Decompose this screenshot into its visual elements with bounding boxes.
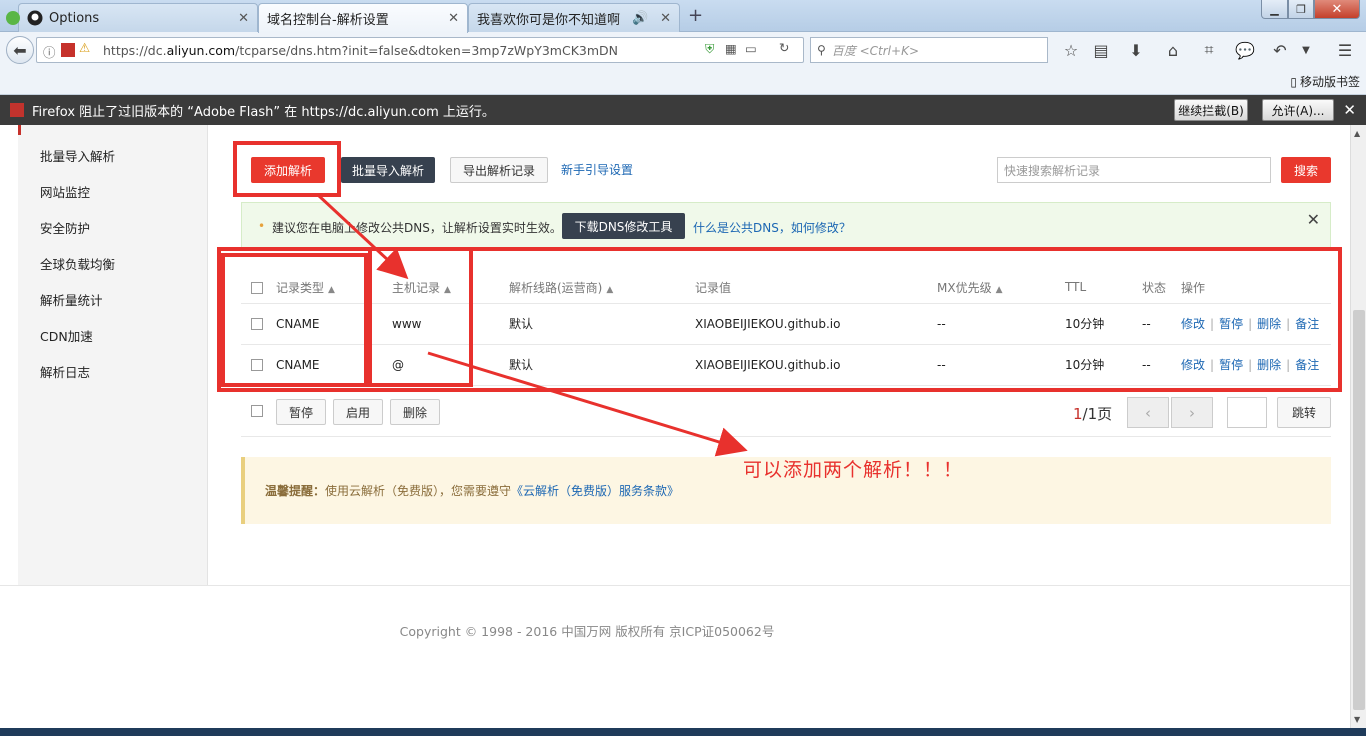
github-icon <box>27 10 43 26</box>
flash-message: Firefox 阻止了过旧版本的 “Adobe Flash” 在 https:/… <box>32 104 495 120</box>
page-content: 批量导入解析 网站监控 安全防护 全球负载均衡 解析量统计 CDN加速 解析日志… <box>0 125 1350 728</box>
tab-label: 我喜欢你可是你不知道啊 <box>477 12 621 28</box>
allow-flash-button[interactable]: 允许(A)... <box>1262 99 1334 121</box>
url-text: https://dc.aliyun.com/tcparse/dns.htm?in… <box>103 42 618 58</box>
speaker-icon: 🔊 <box>632 10 649 26</box>
search-placeholder: 百度 <Ctrl+K> <box>831 43 919 58</box>
plugin-blocked-icon <box>10 103 24 117</box>
scroll-down-icon[interactable]: ▼ <box>1354 715 1360 724</box>
mobile-bookmarks-label: 移动版书签 <box>1299 75 1360 89</box>
arrow-to-host <box>316 193 409 280</box>
menu-icon[interactable]: ☰ <box>1332 38 1358 62</box>
minimize-button[interactable]: ▁ <box>1261 0 1288 19</box>
tab-label: Options <box>49 10 100 26</box>
bookmark-bar: ▯ 移动版书签 <box>0 68 1366 95</box>
flash-blocked-icon[interactable] <box>61 43 75 57</box>
scrollbar-thumb[interactable] <box>1353 310 1365 710</box>
mobile-bookmarks[interactable]: ▯ 移动版书签 <box>1290 73 1360 90</box>
continue-blocking-button[interactable]: 继续拦截(B) <box>1174 99 1248 121</box>
new-tab-button[interactable]: + <box>688 5 703 26</box>
shield-icon[interactable]: ⛨ <box>705 41 714 57</box>
download-icon[interactable]: ⬇ <box>1123 38 1149 62</box>
crop-icon[interactable]: ⌗ <box>1196 38 1222 62</box>
tab-bar: Options ✕ 域名控制台-解析设置 ✕ 我喜欢你可是你不知道啊 🔊 ✕ +… <box>0 0 1366 33</box>
wechat-icon <box>5 10 21 26</box>
back-button[interactable]: ⬅ <box>6 36 34 64</box>
close-icon[interactable]: ✕ <box>238 11 249 26</box>
bookmarks-list-icon[interactable]: ▤ <box>1088 38 1114 62</box>
bookmark-star-icon[interactable]: ☆ <box>1058 38 1084 62</box>
navigation-bar: ⬅ ⓘ ⚠ https://dc.aliyun.com/tcparse/dns.… <box>0 32 1366 68</box>
address-bar[interactable]: ⓘ ⚠ https://dc.aliyun.com/tcparse/dns.ht… <box>36 37 804 63</box>
arrow-to-note <box>427 351 748 457</box>
window-close-button[interactable]: ✕ <box>1314 0 1360 19</box>
tab-label: 域名控制台-解析设置 <box>267 13 389 28</box>
search-bar[interactable]: ⚲ 百度 <Ctrl+K> <box>810 37 1048 63</box>
close-icon[interactable]: ✕ <box>1343 101 1356 119</box>
annotation-arrows <box>316 193 748 457</box>
reload-icon[interactable]: ↻ <box>779 40 789 55</box>
close-icon[interactable]: ✕ <box>660 11 671 26</box>
chat-icon[interactable]: 💬 <box>1232 38 1258 62</box>
os-taskbar <box>0 728 1366 736</box>
page-scrollbar[interactable]: ▲ ▼ <box>1350 125 1366 728</box>
warning-icon[interactable]: ⚠ <box>79 40 90 55</box>
annotation-note: 可以添加两个解析！！！ <box>743 459 964 481</box>
qr-code-icon[interactable]: ▦ <box>725 41 737 56</box>
arrow-left-icon: ⬅ <box>13 40 27 60</box>
chevron-down-icon[interactable]: ▼ <box>1293 38 1319 62</box>
phone-icon: ▯ <box>1290 74 1297 89</box>
undo-icon[interactable]: ↶ <box>1267 38 1293 62</box>
flash-notification-bar: Firefox 阻止了过旧版本的 “Adobe Flash” 在 https:/… <box>0 95 1366 125</box>
home-icon[interactable]: ⌂ <box>1160 38 1186 62</box>
close-icon[interactable]: ✕ <box>448 11 459 26</box>
tab-music[interactable]: 我喜欢你可是你不知道啊 🔊 ✕ <box>468 3 680 32</box>
scroll-up-icon[interactable]: ▲ <box>1354 129 1360 138</box>
info-icon: ⓘ <box>43 45 56 60</box>
search-icon: ⚲ <box>817 43 826 57</box>
reader-view-icon[interactable]: ▭ <box>745 41 757 56</box>
maximize-button[interactable]: ❐ <box>1288 0 1314 19</box>
tab-options[interactable]: Options ✕ <box>6 3 258 32</box>
tab-dns-console[interactable]: 域名控制台-解析设置 ✕ <box>258 3 468 33</box>
